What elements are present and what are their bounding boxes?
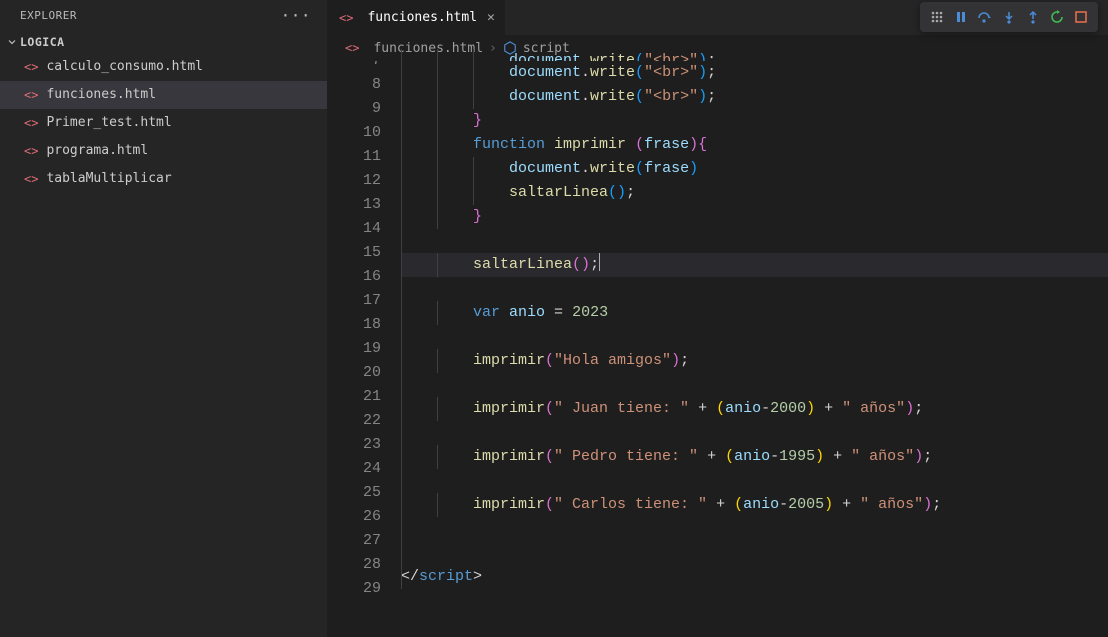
line-number: 18 — [327, 313, 381, 337]
folder-name: LOGICA — [20, 35, 65, 49]
file-item[interactable]: <> tablaMultiplicar — [0, 165, 327, 193]
code-line[interactable] — [401, 277, 1108, 301]
tab-bar: <> funciones.html ✕ — [327, 0, 1108, 35]
line-number: 17 — [327, 289, 381, 313]
code-line[interactable]: } — [401, 109, 1108, 133]
code-line[interactable] — [401, 517, 1108, 541]
drag-handle-icon[interactable] — [926, 6, 948, 28]
chevron-down-icon — [4, 36, 20, 48]
code-line[interactable]: imprimir(" Juan tiene: " + (anio-2000) +… — [401, 397, 1108, 421]
step-over-button[interactable] — [974, 6, 996, 28]
debug-toolbar[interactable] — [920, 2, 1098, 32]
file-item[interactable]: <> Primer_test.html — [0, 109, 327, 137]
line-number-gutter: 7891011121314151617181920212223242526272… — [327, 61, 401, 637]
line-number: 10 — [327, 121, 381, 145]
code-line[interactable] — [401, 325, 1108, 349]
file-item[interactable]: <> programa.html — [0, 137, 327, 165]
line-number: 28 — [327, 553, 381, 577]
tab-label: funciones.html — [367, 10, 477, 25]
folder-row[interactable]: LOGICA — [0, 31, 327, 53]
explorer-title: EXPLORER — [20, 9, 77, 22]
file-item-label: tablaMultiplicar — [46, 168, 171, 190]
stop-button[interactable] — [1070, 6, 1092, 28]
code-line[interactable]: document.write("<br>"); — [401, 85, 1108, 109]
code-line[interactable]: document.write("<br>"); — [401, 49, 1108, 61]
line-number: 23 — [327, 433, 381, 457]
code-line[interactable]: saltarLinea(); — [401, 253, 1108, 277]
file-item-label: Primer_test.html — [46, 112, 171, 134]
code-area[interactable]: document.write("<br>");document.write("<… — [401, 61, 1108, 637]
code-line[interactable] — [401, 229, 1108, 253]
html-icon: <> — [24, 168, 38, 190]
code-line[interactable] — [401, 373, 1108, 397]
file-item-label: funciones.html — [46, 84, 156, 106]
editor-main: <> funciones.html ✕ <> funciones.html › … — [327, 0, 1108, 637]
html-icon: <> — [24, 112, 38, 134]
code-line[interactable] — [401, 541, 1108, 565]
step-into-button[interactable] — [998, 6, 1020, 28]
line-number: 19 — [327, 337, 381, 361]
html-icon: <> — [345, 41, 359, 55]
step-out-button[interactable] — [1022, 6, 1044, 28]
code-line[interactable]: imprimir(" Pedro tiene: " + (anio-1995) … — [401, 445, 1108, 469]
line-number: 7 — [327, 61, 381, 73]
line-number: 24 — [327, 457, 381, 481]
code-line[interactable]: document.write("<br>"); — [401, 61, 1108, 85]
text-cursor — [599, 253, 600, 271]
line-number: 26 — [327, 505, 381, 529]
code-line[interactable] — [401, 469, 1108, 493]
line-number: 9 — [327, 97, 381, 121]
line-number: 20 — [327, 361, 381, 385]
code-line[interactable]: saltarLinea(); — [401, 181, 1108, 205]
file-item-label: calculo_consumo.html — [46, 56, 203, 78]
line-number: 16 — [327, 265, 381, 289]
file-list: <>calculo_consumo.html<>funciones.html<>… — [0, 53, 327, 193]
line-number: 29 — [327, 577, 381, 601]
code-editor[interactable]: 7891011121314151617181920212223242526272… — [327, 61, 1108, 637]
html-icon: <> — [339, 11, 353, 25]
line-number: 15 — [327, 241, 381, 265]
code-line[interactable]: document.write(frase) — [401, 157, 1108, 181]
html-icon: <> — [24, 56, 38, 78]
line-number: 21 — [327, 385, 381, 409]
file-item[interactable]: <> funciones.html — [0, 81, 327, 109]
code-line[interactable] — [401, 421, 1108, 445]
code-line[interactable]: </script> — [401, 565, 1108, 589]
code-line[interactable]: var anio = 2023 — [401, 301, 1108, 325]
line-number: 14 — [327, 217, 381, 241]
more-actions-button[interactable]: ··· — [277, 6, 315, 25]
file-item-label: programa.html — [46, 140, 148, 162]
line-number: 13 — [327, 193, 381, 217]
line-number: 27 — [327, 529, 381, 553]
code-line[interactable]: } — [401, 205, 1108, 229]
tab-funciones[interactable]: <> funciones.html ✕ — [327, 0, 506, 35]
line-number: 12 — [327, 169, 381, 193]
line-number: 8 — [327, 73, 381, 97]
file-item[interactable]: <> calculo_consumo.html — [0, 53, 327, 81]
code-line[interactable]: imprimir(" Carlos tiene: " + (anio-2005)… — [401, 493, 1108, 517]
html-icon: <> — [24, 84, 38, 106]
code-line[interactable]: imprimir("Hola amigos"); — [401, 349, 1108, 373]
line-number: 25 — [327, 481, 381, 505]
line-number: 22 — [327, 409, 381, 433]
close-tab-button[interactable]: ✕ — [487, 10, 495, 25]
explorer-header: EXPLORER ··· — [0, 0, 327, 31]
line-number: 11 — [327, 145, 381, 169]
html-icon: <> — [24, 140, 38, 162]
code-line[interactable]: function imprimir (frase){ — [401, 133, 1108, 157]
pause-button[interactable] — [950, 6, 972, 28]
explorer-sidebar: EXPLORER ··· LOGICA <> calculo_consumo.ht… — [0, 0, 327, 637]
restart-button[interactable] — [1046, 6, 1068, 28]
